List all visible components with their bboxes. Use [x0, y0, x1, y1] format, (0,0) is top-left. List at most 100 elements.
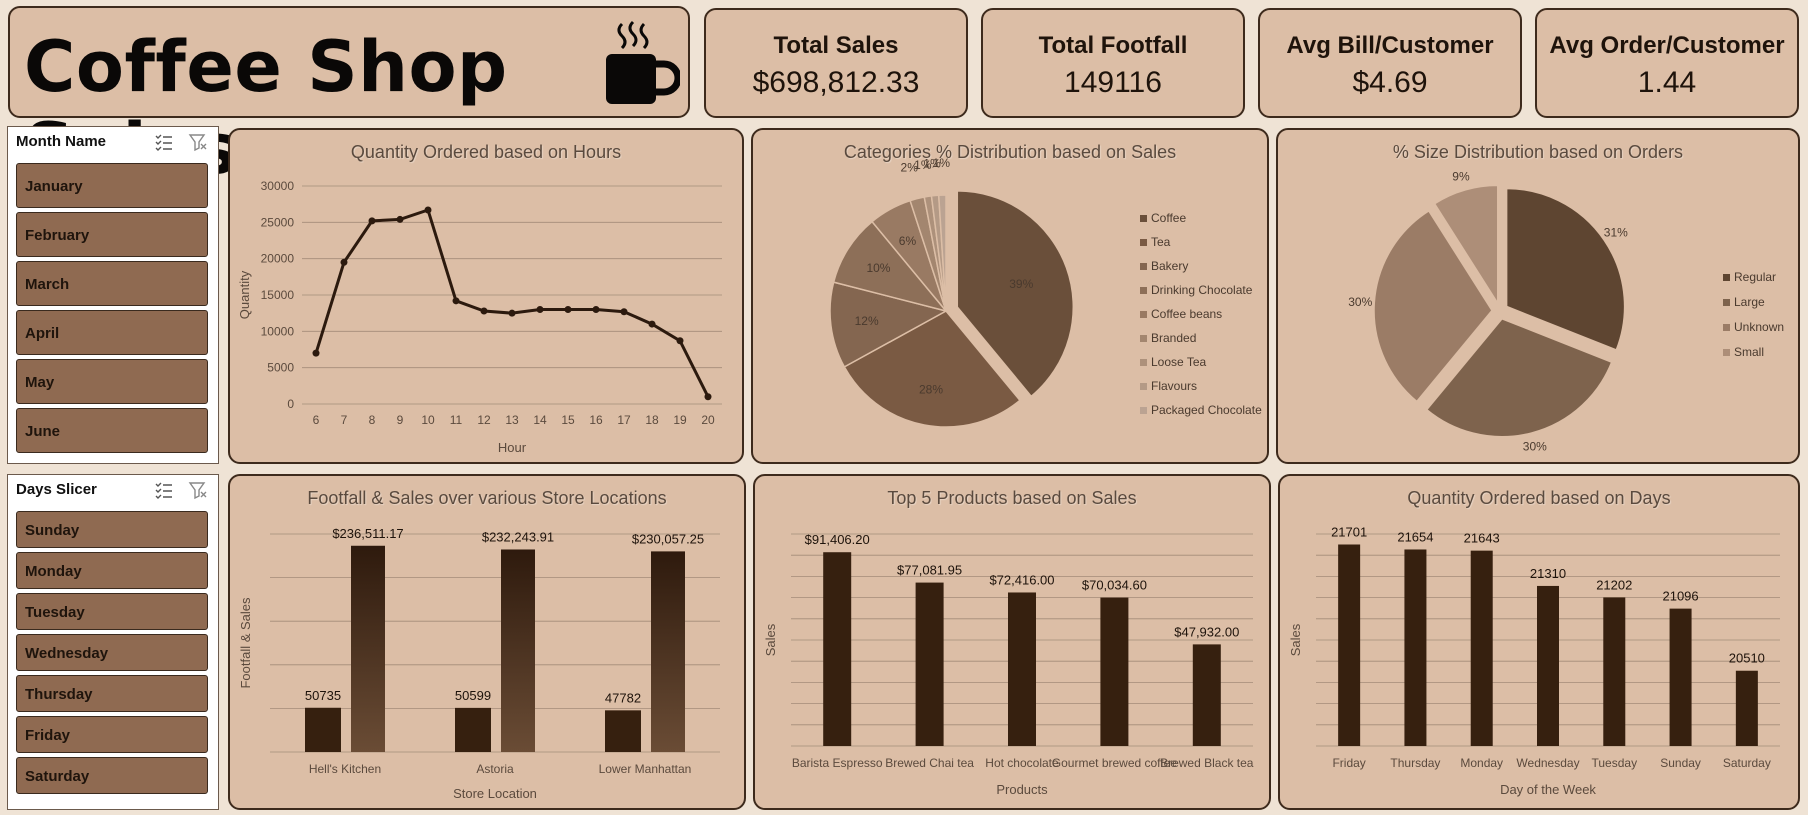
coffee-cup-icon — [606, 20, 680, 104]
slicer-item-june[interactable]: June — [16, 408, 208, 453]
bar-sales — [501, 549, 535, 752]
data-label: $70,034.60 — [1082, 578, 1147, 593]
data-point — [648, 320, 656, 328]
bar-day — [1338, 544, 1361, 746]
slicer-item-february[interactable]: February — [16, 212, 208, 257]
slicer-item-wednesday[interactable]: Wednesday — [16, 634, 208, 671]
kpi-value: $4.69 — [1352, 66, 1428, 99]
data-point — [452, 297, 460, 305]
legend-swatch — [1140, 239, 1147, 246]
x-tick-label: 11 — [450, 413, 463, 427]
slicer-item-thursday[interactable]: Thursday — [16, 675, 208, 712]
x-tick-label: 19 — [673, 413, 687, 427]
bar-day — [1404, 549, 1427, 746]
legend-swatch — [1723, 349, 1730, 356]
slicer-item-sunday[interactable]: Sunday — [16, 511, 208, 548]
chart-sizes-panel: % Size Distribution based on Orders 31% 3… — [1276, 128, 1800, 464]
bar-day — [1470, 550, 1493, 746]
clear-filter-icon[interactable] — [188, 480, 208, 500]
bar-day — [1669, 608, 1692, 746]
legend-label: Bakery — [1151, 259, 1188, 273]
slicer-item-january[interactable]: January — [16, 163, 208, 208]
slicer-item-may[interactable]: May — [16, 359, 208, 404]
slicer-item-tuesday[interactable]: Tuesday — [16, 593, 208, 630]
legend-swatch — [1140, 407, 1147, 414]
x-tick-label: Barista Espresso — [792, 756, 883, 770]
slicer-item-label: Wednesday — [25, 645, 109, 662]
data-point — [704, 393, 712, 401]
data-point — [508, 309, 516, 317]
data-point — [396, 215, 404, 223]
y-tick-label: 5000 — [267, 361, 294, 375]
data-label: 20510 — [1729, 651, 1765, 666]
kpi-label: Total Footfall — [1038, 32, 1188, 59]
data-label: 50599 — [455, 688, 491, 703]
data-label: 21096 — [1662, 589, 1698, 604]
data-label: 21701 — [1331, 524, 1367, 539]
multi-select-icon[interactable] — [154, 480, 174, 500]
bar-chart-products: Barista Espresso Brewed Chai tea Hot choco… — [763, 532, 1254, 797]
legend-label: Unknown — [1734, 320, 1784, 334]
data-point — [592, 306, 600, 314]
bar-sales — [351, 545, 385, 752]
series-line — [314, 208, 710, 398]
kpi-label: Avg Order/Customer — [1549, 32, 1785, 59]
bar-day — [1735, 670, 1758, 746]
legend-swatch — [1723, 274, 1730, 281]
x-tick-label: Saturday — [1723, 756, 1771, 770]
x-tick-label: Friday — [1332, 756, 1365, 770]
multi-select-icon[interactable] — [154, 132, 174, 152]
x-tick-label: 16 — [589, 413, 603, 427]
clear-filter-icon[interactable] — [188, 132, 208, 152]
chart-categories-panel: Categories % Distribution based on Sales… — [751, 128, 1269, 464]
slicer-item-april[interactable]: April — [16, 310, 208, 355]
data-point — [676, 337, 684, 345]
slicer-item-march[interactable]: March — [16, 261, 208, 306]
x-tick-label: 18 — [645, 413, 659, 427]
y-tick-label: 25000 — [261, 215, 295, 229]
x-tick-label: 10 — [421, 413, 435, 427]
data-point — [620, 308, 628, 316]
legend-swatch — [1140, 311, 1147, 318]
x-tick-label: 7 — [341, 413, 348, 427]
data-label: $47,932.00 — [1174, 624, 1239, 639]
y-axis-label: Sales — [763, 623, 778, 656]
x-tick-label: Thursday — [1390, 756, 1440, 770]
legend-label: Coffee — [1151, 211, 1186, 225]
slicer-item-saturday[interactable]: Saturday — [16, 757, 208, 794]
kpi-avg-order: Avg Order/Customer 1.44 — [1535, 8, 1799, 118]
x-tick-label: Lower Manhattan — [599, 762, 692, 776]
pie-data-label: 1% — [933, 156, 951, 170]
slicer-item-monday[interactable]: Monday — [16, 552, 208, 589]
data-label: 21643 — [1464, 531, 1500, 546]
pie-slice — [1505, 187, 1626, 351]
x-tick-label: Gourmet brewed coffee — [1052, 756, 1178, 770]
data-label: 50735 — [305, 688, 341, 703]
slicer-item-label: May — [25, 374, 55, 391]
x-tick-label: 13 — [505, 413, 519, 427]
legend-label: Drinking Chocolate — [1151, 283, 1253, 297]
month-slicer: Month Name January February March April … — [7, 126, 219, 464]
data-label: $77,081.95 — [897, 563, 962, 578]
slicer-item-friday[interactable]: Friday — [16, 716, 208, 753]
pie-data-label: 6% — [899, 234, 917, 248]
slicer-item-label: Monday — [25, 563, 82, 580]
x-axis-label: Store Location — [453, 786, 537, 801]
y-tick-label: 0 — [287, 397, 294, 411]
legend-swatch — [1723, 324, 1730, 331]
kpi-total-sales: Total Sales $698,812.33 — [704, 8, 968, 118]
x-tick-label: 14 — [533, 413, 547, 427]
legend-label: Packaged Chocolate — [1151, 403, 1262, 417]
bar-product — [823, 552, 852, 746]
legend-swatch — [1723, 299, 1730, 306]
x-tick-label: 8 — [369, 413, 376, 427]
slicer-item-label: Thursday — [25, 686, 93, 703]
slicer-item-label: February — [25, 227, 90, 244]
legend-swatch — [1140, 263, 1147, 270]
slicer-item-label: June — [25, 423, 61, 440]
legend-swatch — [1140, 359, 1147, 366]
data-label: 21202 — [1596, 577, 1632, 592]
legend-swatch — [1140, 287, 1147, 294]
data-label: $236,511.17 — [332, 526, 403, 541]
legend-label: Flavours — [1151, 379, 1197, 393]
